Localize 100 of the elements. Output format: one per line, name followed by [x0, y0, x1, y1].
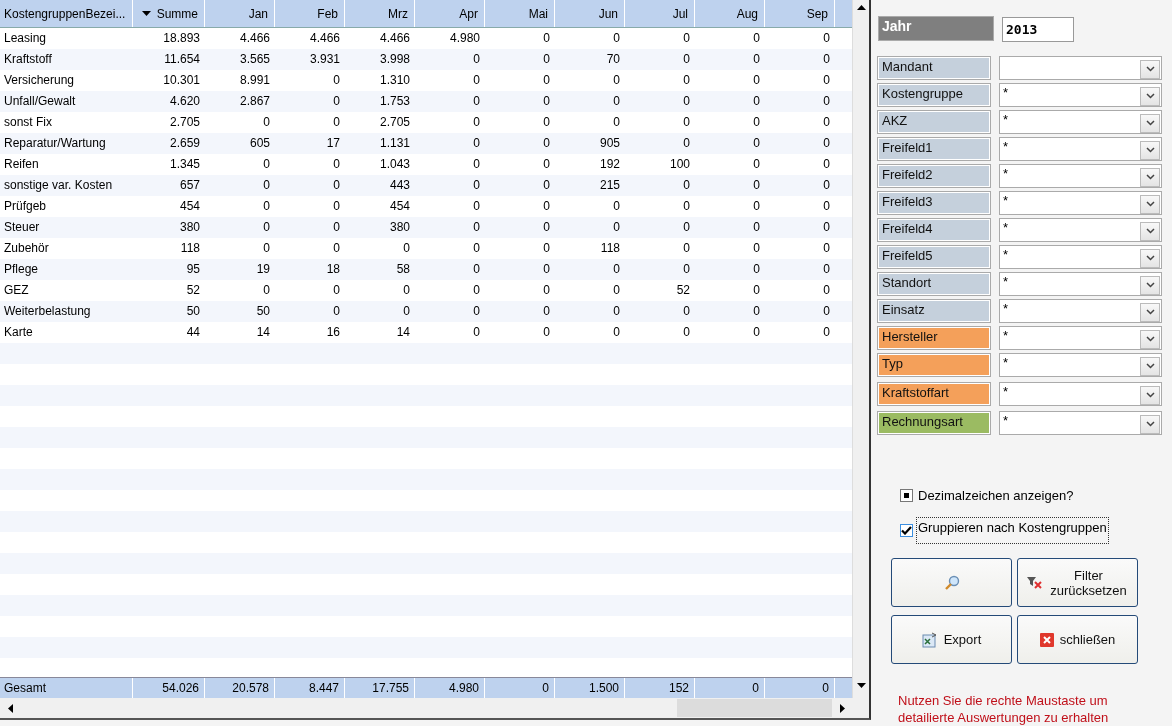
table-cell-text: 0	[542, 135, 551, 152]
filter-dropdown[interactable]: *	[999, 352, 1162, 377]
table-cell-text: 0	[822, 51, 831, 68]
table-cell-text: 0	[262, 219, 271, 236]
scroll-up-icon[interactable]	[856, 5, 866, 10]
table-cell-text: 0	[752, 156, 761, 173]
table-cell-text: 0	[542, 219, 551, 236]
table-cell-text: 0	[682, 177, 691, 194]
chevron-down-icon	[1145, 201, 1155, 207]
table-cell-text: 0	[472, 219, 481, 236]
filter-label: Freifeld2	[878, 164, 990, 187]
column-label: Feb	[317, 6, 338, 21]
table-cell-text: 1.753	[378, 93, 411, 110]
filter-label: AKZ	[878, 110, 990, 133]
table-cell-text: 0	[822, 219, 831, 236]
filter-dropdown[interactable]: *	[999, 271, 1162, 296]
column-label: Sep	[806, 6, 828, 21]
table-cell-text: 0	[262, 282, 271, 299]
table-cell-text: Reifen	[3, 156, 40, 173]
table-cell-text: 0	[822, 177, 831, 194]
reset-button[interactable]: Filter zurücksetzen	[1017, 558, 1138, 607]
column-label: Jun	[598, 6, 618, 21]
table-cell-text: 0	[682, 72, 691, 89]
table-cell-text: 0	[752, 282, 761, 299]
filter-dropdown[interactable]: *	[999, 82, 1162, 107]
table-cell-text: 0	[752, 114, 761, 131]
table-cell-text: 0	[822, 72, 831, 89]
scroll-thumb[interactable]	[677, 699, 832, 717]
table-cell-text: 4.466	[378, 30, 411, 47]
table-cell-text: 4.466	[238, 30, 271, 47]
filter-label: Freifeld5	[878, 245, 990, 268]
table-cell-text: 0	[822, 93, 831, 110]
checkbox-label[interactable]: Dezimalzeichen anzeigen?	[916, 486, 1076, 505]
table-cell-text: 3.998	[378, 51, 411, 68]
table-cell-text: 2.659	[168, 135, 201, 152]
close-button[interactable]: schließen	[1017, 615, 1138, 664]
checkbox-label[interactable]: Gruppieren nach Kostengruppen	[916, 517, 1109, 544]
filter-dropdown[interactable]: *	[999, 163, 1162, 188]
table-cell-text: 0	[752, 219, 761, 236]
table-cell-text: 0	[472, 177, 481, 194]
table-cell-text: 14	[255, 324, 271, 341]
table-cell-text: 0	[472, 93, 481, 110]
chevron-down-icon	[1145, 392, 1155, 398]
table-cell-text: 0	[472, 72, 481, 89]
table-cell-text: Karte	[3, 324, 34, 341]
chevron-down-icon	[1145, 147, 1155, 153]
export-button[interactable]: Export	[891, 615, 1012, 664]
horizontal-scrollbar[interactable]	[0, 698, 869, 718]
column-label: Mrz	[388, 6, 408, 21]
filter-dropdown[interactable]: *	[999, 244, 1162, 269]
vertical-scrollbar[interactable]	[852, 0, 869, 698]
filter-dropdown[interactable]: *	[999, 325, 1162, 350]
filter-dropdown[interactable]: *	[999, 217, 1162, 242]
table-cell-text: 0	[262, 177, 271, 194]
table-cell-text: 0	[752, 324, 761, 341]
column-label: Jan	[248, 6, 268, 21]
table-cell-text: 44	[185, 324, 201, 341]
table-cell-text: 0	[612, 282, 621, 299]
filter-label: Freifeld1	[878, 137, 990, 160]
chevron-down-icon	[1145, 93, 1155, 99]
filter-dropdown[interactable]: *	[999, 109, 1162, 134]
table-cell-text: 14	[395, 324, 411, 341]
filter-dropdown[interactable]: *	[999, 381, 1162, 406]
table-cell-text: 0	[262, 114, 271, 131]
filter-dropdown[interactable]: *	[999, 190, 1162, 215]
search-button[interactable]	[891, 558, 1012, 607]
filter-dropdown[interactable]: *	[999, 410, 1162, 435]
scroll-down-icon[interactable]	[856, 683, 866, 688]
table-cell-text: 58	[395, 261, 411, 278]
table-cell-text: 0	[822, 240, 831, 257]
table-cell-text: 0	[612, 198, 621, 215]
table-cell-text: 605	[248, 135, 271, 152]
table-cell-text: 0	[822, 282, 831, 299]
table-cell-text: 0	[542, 324, 551, 341]
table-cell-text: 0	[682, 324, 691, 341]
table-cell-text: 0	[542, 51, 551, 68]
table-cell-text: sonstige var. Kosten	[3, 177, 114, 194]
column-label: Jul	[672, 6, 688, 21]
table-cell-text: 17	[325, 135, 341, 152]
close-icon	[1039, 632, 1054, 647]
chevron-down-icon	[1145, 66, 1155, 72]
chevron-down-icon	[1145, 282, 1155, 288]
scroll-left-icon[interactable]	[8, 703, 13, 713]
table-cell-text: Zubehör	[3, 240, 50, 257]
table-cell-text: 1.131	[378, 135, 411, 152]
chevron-down-icon	[1145, 174, 1155, 180]
checkbox[interactable]	[900, 489, 913, 502]
table-cell-text: 657	[178, 177, 201, 194]
scroll-right-icon[interactable]	[840, 703, 845, 713]
table-cell-text: 0	[752, 240, 761, 257]
year-field[interactable]: 2013	[1002, 17, 1074, 42]
table-cell-text: 380	[178, 219, 201, 236]
filter-dropdown[interactable]: *	[999, 298, 1162, 323]
table-cell-text: 0	[402, 303, 411, 320]
table-cell-text: 0	[612, 114, 621, 131]
filter-label: Einsatz	[878, 299, 990, 322]
filter-dropdown[interactable]: *	[999, 136, 1162, 161]
table-cell-text: 0	[682, 198, 691, 215]
table-cell-text: 0	[472, 240, 481, 257]
table-cell-text: 0	[682, 219, 691, 236]
